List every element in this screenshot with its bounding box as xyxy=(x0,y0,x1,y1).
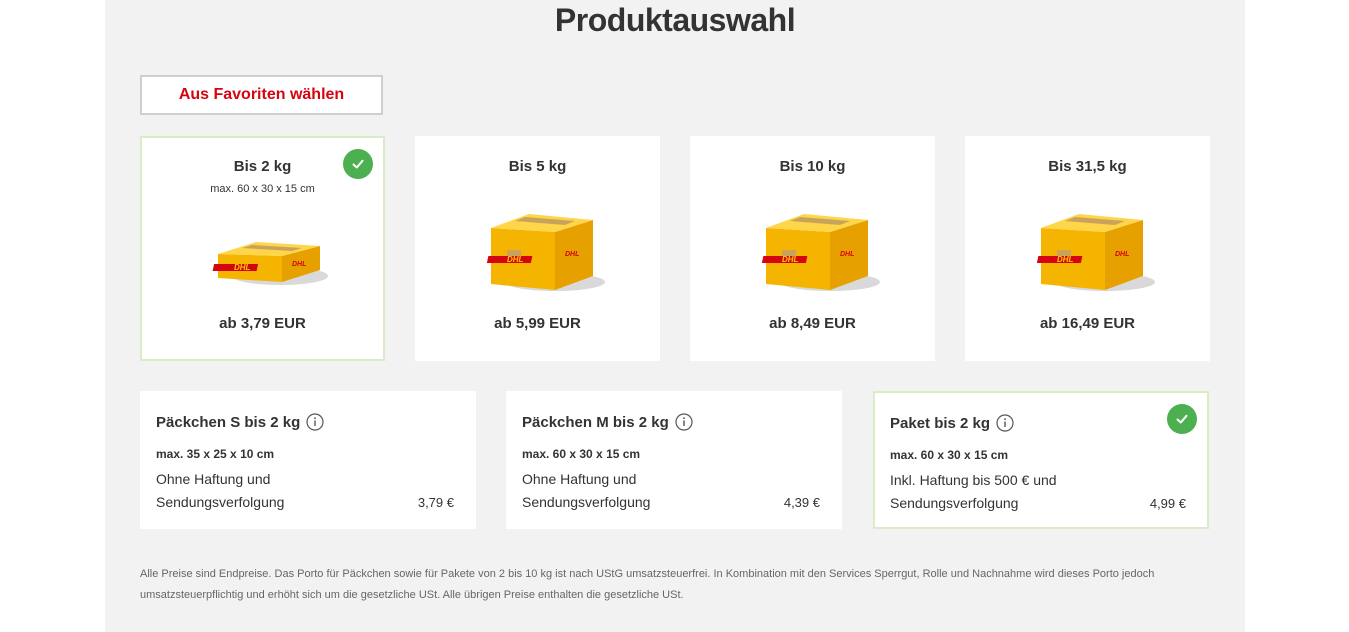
check-circle-icon xyxy=(1167,404,1197,434)
product-option-title: Päckchen S bis 2 kg xyxy=(156,413,301,431)
weight-card-31-5kg[interactable]: Bis 31,5 kg DHL DHL ab 16,49 EUR xyxy=(965,136,1210,361)
dhl-package-icon: DHL DHL xyxy=(1036,214,1155,291)
weight-card-price: ab 5,99 EUR xyxy=(494,315,581,332)
product-option-dims: max. 60 x 30 x 15 cm xyxy=(890,448,1009,462)
info-icon[interactable] xyxy=(996,414,1014,432)
weight-card-title: Bis 31,5 kg xyxy=(1048,158,1127,175)
product-selection-panel: Produktauswahl Aus Favoriten wählen Bis … xyxy=(105,0,1245,632)
product-option-paket[interactable]: Paket bis 2 kg max. 60 x 30 x 15 cm Inkl… xyxy=(873,391,1209,529)
product-option-description: Inkl. Haftung bis 500 € und Sendungsverf… xyxy=(890,469,1057,515)
product-option-description: Ohne Haftung und Sendungsverfolgung xyxy=(156,468,284,514)
product-option-title-row: Päckchen M bis 2 kg xyxy=(522,413,693,431)
weight-card-price: ab 3,79 EUR xyxy=(219,315,306,332)
page-title: Produktauswahl xyxy=(554,2,796,38)
product-option-price: 4,39 € xyxy=(783,495,820,510)
weight-card-price: ab 8,49 EUR xyxy=(769,315,856,332)
dhl-package-icon: DHL DHL xyxy=(212,242,328,285)
weight-card-price: ab 16,49 EUR xyxy=(1039,315,1136,332)
product-option-price: 3,79 € xyxy=(417,495,454,510)
info-icon[interactable] xyxy=(675,413,693,431)
product-option-paeckchen-m[interactable]: Päckchen M bis 2 kg max. 60 x 30 x 15 cm… xyxy=(506,391,842,529)
price-footnote: Alle Preise sind Endpreise. Das Porto fü… xyxy=(140,568,1155,601)
svg-text:DHL: DHL xyxy=(507,255,524,264)
weight-card-title: Bis 5 kg xyxy=(508,158,567,175)
weight-card-title: Bis 10 kg xyxy=(779,158,846,175)
svg-text:DHL: DHL xyxy=(840,251,854,258)
product-option-description-line: Inkl. Haftung bis 500 € und xyxy=(890,472,1057,488)
weight-card-dims: max. 60 x 30 x 15 cm xyxy=(210,183,315,195)
product-option-dims: max. 60 x 30 x 15 cm xyxy=(522,447,641,461)
product-option-title-row: Päckchen S bis 2 kg xyxy=(156,413,324,431)
product-option-dims: max. 35 x 25 x 10 cm xyxy=(156,447,275,461)
product-option-description-line: Sendungsverfolgung xyxy=(156,494,285,510)
svg-text:DHL: DHL xyxy=(1115,251,1129,258)
product-option-description: Ohne Haftung und Sendungsverfolgung xyxy=(522,468,650,514)
svg-text:DHL: DHL xyxy=(1057,255,1074,264)
product-option-price: 4,99 € xyxy=(1149,496,1186,511)
svg-text:DHL: DHL xyxy=(565,251,579,258)
check-circle-icon xyxy=(343,149,373,179)
weight-card-10kg[interactable]: Bis 10 kg DHL DHL ab 8,49 EUR xyxy=(690,136,935,361)
product-option-description-line: Sendungsverfolgung xyxy=(890,495,1019,511)
weight-card-2kg[interactable]: Bis 2 kg max. 60 x 30 x 15 cm DHL DHL ab… xyxy=(140,136,385,361)
dhl-package-icon: DHL DHL xyxy=(486,214,605,291)
svg-text:DHL: DHL xyxy=(782,255,799,264)
dhl-package-icon: DHL DHL xyxy=(761,214,880,291)
svg-text:DHL: DHL xyxy=(292,261,306,268)
product-option-description-line: Ohne Haftung und xyxy=(522,471,637,487)
product-option-title: Paket bis 2 kg xyxy=(890,414,991,432)
favorites-button[interactable]: Aus Favoriten wählen xyxy=(140,75,383,115)
product-option-description-line: Ohne Haftung und xyxy=(156,471,271,487)
svg-text:DHL: DHL xyxy=(234,263,251,272)
product-option-title-row: Paket bis 2 kg xyxy=(890,414,1014,432)
product-option-paeckchen-s[interactable]: Päckchen S bis 2 kg max. 35 x 25 x 10 cm… xyxy=(140,391,476,529)
product-option-description-line: Sendungsverfolgung xyxy=(522,494,651,510)
product-option-title: Päckchen M bis 2 kg xyxy=(522,413,669,431)
weight-card-5kg[interactable]: Bis 5 kg DHL DHL ab 5,99 EUR xyxy=(415,136,660,361)
info-icon[interactable] xyxy=(306,413,324,431)
